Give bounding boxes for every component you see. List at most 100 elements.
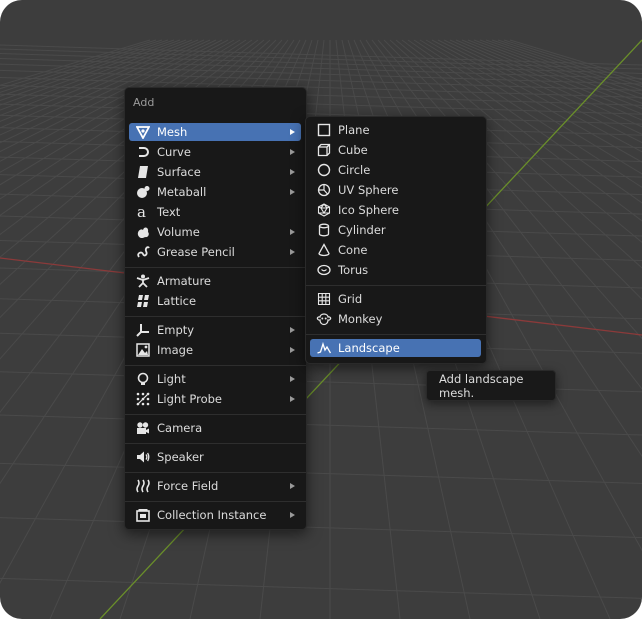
menu-item-light-probe[interactable]: Light Probe xyxy=(129,390,301,408)
menu-separator xyxy=(125,472,306,473)
menu-item-light[interactable]: Light xyxy=(129,370,301,388)
text-icon: a xyxy=(135,204,151,220)
menu-item-label: Plane xyxy=(338,123,370,137)
submenu-arrow-icon xyxy=(290,376,295,382)
menu-separator xyxy=(125,316,306,317)
grease-pencil-icon xyxy=(135,244,151,260)
menu-item-surface[interactable]: Surface xyxy=(129,163,301,181)
grid-line xyxy=(0,414,642,436)
grid-line xyxy=(0,517,642,539)
menu-item-label: Surface xyxy=(157,165,201,179)
uv-sphere-icon xyxy=(316,182,332,198)
circle-icon xyxy=(316,162,332,178)
mesh-item-cylinder[interactable]: Cylinder xyxy=(310,221,481,239)
torus-icon xyxy=(316,262,332,278)
image-icon xyxy=(135,342,151,358)
grid-line xyxy=(491,39,642,91)
menu-separator xyxy=(125,501,306,502)
menu-item-label: Lattice xyxy=(157,294,197,308)
grid-line xyxy=(0,57,642,79)
menu-item-volume[interactable]: Volume xyxy=(129,223,301,241)
svg-text:a: a xyxy=(137,205,146,219)
armature-icon xyxy=(135,273,151,289)
menu-item-label: Cube xyxy=(338,143,368,157)
menu-item-armature[interactable]: Armature xyxy=(129,272,301,290)
mesh-icon xyxy=(135,124,151,140)
menu-separator xyxy=(125,414,306,415)
menu-item-label: Armature xyxy=(157,274,211,288)
menu-item-label: Torus xyxy=(338,263,369,277)
menu-item-curve[interactable]: Curve xyxy=(129,143,301,161)
menu-item-camera[interactable]: Camera xyxy=(129,419,301,437)
grid-line xyxy=(461,39,642,115)
force-field-icon xyxy=(135,478,151,494)
menu-item-grease-pencil[interactable]: Grease Pencil xyxy=(129,243,301,261)
menu-item-label: Image xyxy=(157,343,194,357)
menu-item-label: Grease Pencil xyxy=(157,245,235,259)
menu-item-label: Metaball xyxy=(157,185,207,199)
lattice-icon xyxy=(135,293,151,309)
mesh-item-circle[interactable]: Circle xyxy=(310,161,481,179)
mesh-item-grid[interactable]: Grid xyxy=(310,290,481,308)
submenu-arrow-icon xyxy=(290,189,295,195)
mesh-item-landscape[interactable]: Landscape xyxy=(310,339,481,357)
mesh-item-uv-sphere[interactable]: UV Sphere xyxy=(310,181,481,199)
submenu-arrow-icon xyxy=(290,347,295,353)
menu-item-label: Mesh xyxy=(157,125,188,139)
menu-item-label: Light xyxy=(157,372,186,386)
menu-item-label: Light Probe xyxy=(157,392,222,406)
mesh-item-torus[interactable]: Torus xyxy=(310,261,481,279)
menu-item-label: Monkey xyxy=(338,312,383,326)
submenu-arrow-icon xyxy=(290,249,295,255)
add-menu: Add Mesh Curve Surface Metaball a Text V… xyxy=(124,87,307,530)
cylinder-icon xyxy=(316,222,332,238)
menu-item-empty[interactable]: Empty xyxy=(129,321,301,339)
grid-line xyxy=(467,39,642,109)
menu-item-label: Collection Instance xyxy=(157,508,267,522)
menu-item-image[interactable]: Image xyxy=(129,341,301,359)
mesh-item-plane[interactable]: Plane xyxy=(310,121,481,139)
menu-item-mesh[interactable]: Mesh xyxy=(129,123,301,141)
menu-item-force-field[interactable]: Force Field xyxy=(129,477,301,495)
mesh-item-cube[interactable]: Cube xyxy=(310,141,481,159)
submenu-arrow-icon xyxy=(290,149,295,155)
menu-item-label: Empty xyxy=(157,323,195,337)
menu-item-label: Force Field xyxy=(157,479,219,493)
menu-separator xyxy=(125,267,306,268)
surface-icon xyxy=(135,164,151,180)
mesh-item-cone[interactable]: Cone xyxy=(310,241,481,259)
menu-item-label: Cylinder xyxy=(338,223,386,237)
grid-line xyxy=(503,39,642,84)
light-probe-icon xyxy=(135,391,151,407)
menu-item-label: UV Sphere xyxy=(338,183,399,197)
menu-item-lattice[interactable]: Lattice xyxy=(129,292,301,310)
menu-item-metaball[interactable]: Metaball xyxy=(129,183,301,201)
cube-icon xyxy=(316,142,332,158)
menu-item-collection-instance[interactable]: Collection Instance xyxy=(129,506,301,524)
tooltip-text: Add landscape mesh. xyxy=(439,371,524,400)
submenu-arrow-icon xyxy=(290,229,295,235)
tooltip: Add landscape mesh. xyxy=(426,370,556,401)
mesh-item-ico-sphere[interactable]: Ico Sphere xyxy=(310,201,481,219)
menu-item-label: Camera xyxy=(157,421,203,435)
monkey-icon xyxy=(316,311,332,327)
light-icon xyxy=(135,371,151,387)
ico-sphere-icon xyxy=(316,202,332,218)
camera-icon xyxy=(135,420,151,436)
grid-line xyxy=(509,39,642,81)
menu-item-speaker[interactable]: Speaker xyxy=(129,448,301,466)
menu-separator xyxy=(125,443,306,444)
menu-item-label: Circle xyxy=(338,163,371,177)
mesh-submenu: Plane Cube Circle UV Sphere Ico Sphere C… xyxy=(305,116,487,364)
collection-instance-icon xyxy=(135,507,151,523)
menu-item-label: Text xyxy=(157,205,181,219)
grid-line xyxy=(0,93,642,115)
grid-line xyxy=(0,577,642,599)
volume-icon xyxy=(135,224,151,240)
curve-icon xyxy=(135,144,151,160)
mesh-item-monkey[interactable]: Monkey xyxy=(310,310,481,328)
menu-item-text[interactable]: a Text xyxy=(129,203,301,221)
add-menu-title: Add xyxy=(133,96,155,109)
metaball-icon xyxy=(135,184,151,200)
menu-separator xyxy=(306,285,486,286)
